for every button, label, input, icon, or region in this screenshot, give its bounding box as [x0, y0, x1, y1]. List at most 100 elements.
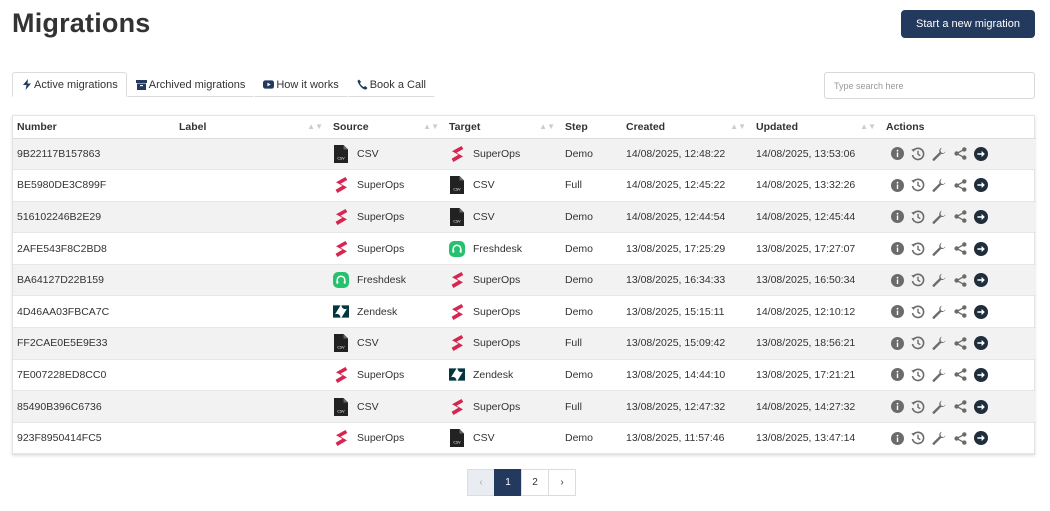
created-cell: 14/08/2025, 12:48:22 [622, 138, 752, 171]
table-row[interactable]: 2AFE543F8C2BD8 SuperOps Freshdesk Demo 13/08… [13, 232, 1036, 265]
info-icon[interactable] [890, 368, 904, 382]
column-header-updated[interactable]: Updated ▲▼ [752, 116, 882, 139]
history-icon[interactable] [911, 242, 925, 256]
table-row[interactable]: BA64127D22B159 Freshdesk SuperOps Demo 13/08… [13, 264, 1036, 297]
csv-logo-icon: CSV [333, 397, 349, 416]
arrow-right-circle-icon[interactable] [974, 367, 988, 382]
youtube-icon [263, 79, 275, 90]
wrench-icon[interactable] [932, 400, 946, 414]
step-cell: Demo [561, 138, 622, 171]
page-2-button[interactable]: 2 [521, 469, 549, 496]
tab-how-it-works[interactable]: How it works [254, 72, 348, 97]
history-icon[interactable] [911, 147, 925, 161]
wrench-icon[interactable] [932, 305, 946, 319]
table-row[interactable]: 7E007228ED8CC0 SuperOps Zendesk Demo 13/08/2… [13, 359, 1036, 392]
table-row[interactable]: 4D46AA03FBCA7C Zendesk SuperOps Demo 13/08/2… [13, 295, 1036, 329]
wrench-icon[interactable] [932, 242, 946, 256]
arrow-right-circle-icon[interactable] [974, 399, 988, 414]
actions-cell [882, 422, 1036, 455]
column-header-number[interactable]: Number [13, 116, 175, 139]
target-name: SuperOps [473, 337, 521, 350]
info-icon[interactable] [890, 336, 904, 350]
actions-cell [882, 264, 1036, 297]
previous-page-button[interactable]: ‹ [467, 469, 495, 496]
tab-active-migrations[interactable]: Active migrations [12, 72, 127, 97]
share-icon[interactable] [953, 431, 967, 445]
target-name: SuperOps [473, 305, 521, 318]
csv-logo-icon: CSV [333, 144, 349, 163]
info-icon[interactable] [890, 273, 904, 287]
target-name: SuperOps [473, 274, 521, 287]
history-icon[interactable] [911, 431, 925, 445]
step-cell: Demo [561, 295, 622, 329]
share-icon[interactable] [953, 273, 967, 287]
info-icon[interactable] [890, 210, 904, 224]
info-icon[interactable] [890, 400, 904, 414]
pagination: ‹ 1 2 › [467, 469, 576, 496]
wrench-icon[interactable] [932, 368, 946, 382]
start-new-migration-button[interactable]: Start a new migration [901, 10, 1035, 38]
label-cell [175, 359, 329, 392]
info-icon[interactable] [890, 431, 904, 445]
actions-cell [882, 390, 1036, 423]
share-icon[interactable] [953, 305, 967, 319]
share-icon[interactable] [953, 368, 967, 382]
info-icon[interactable] [890, 242, 904, 256]
target-name: CSV [473, 210, 495, 223]
page-1-button[interactable]: 1 [494, 469, 522, 496]
arrow-right-circle-icon[interactable] [974, 336, 988, 351]
wrench-icon[interactable] [932, 431, 946, 445]
wrench-icon[interactable] [932, 178, 946, 193]
table-row[interactable]: 923F8950414FC5 SuperOps CSV CSV Demo 13/08/20… [13, 422, 1036, 455]
step-cell: Demo [561, 359, 622, 392]
column-header-label[interactable]: Label ▲▼ [175, 116, 329, 139]
share-icon[interactable] [953, 242, 967, 256]
tab-archived-migrations[interactable]: Archived migrations [126, 72, 255, 97]
svg-text:CSV: CSV [337, 156, 345, 160]
table-row[interactable]: 9B22117B157863 CSV CSV SuperOps Demo 14/08/20… [13, 138, 1036, 171]
tab-book-a-call[interactable]: Book a Call [347, 72, 435, 97]
wrench-icon[interactable] [932, 147, 946, 161]
arrow-right-circle-icon[interactable] [974, 241, 988, 256]
table-row[interactable]: 516102246B2E29 SuperOps CSV CSV Demo 14/08/20… [13, 201, 1036, 234]
column-header-step[interactable]: Step [561, 116, 622, 139]
column-header-created[interactable]: Created ▲▼ [622, 116, 752, 139]
history-icon[interactable] [911, 273, 925, 287]
arrow-right-circle-icon[interactable] [974, 146, 988, 161]
arrow-right-circle-icon[interactable] [974, 209, 988, 224]
table-row[interactable]: 85490B396C6736 CSV CSV SuperOps Full 13/08/20… [13, 390, 1036, 423]
wrench-icon[interactable] [932, 210, 946, 224]
history-icon[interactable] [911, 400, 925, 414]
source-cell: CSV CSV [329, 390, 445, 423]
arrow-right-circle-icon[interactable] [974, 273, 988, 288]
search-input[interactable] [824, 72, 1035, 99]
sort-icon: ▲▼ [539, 122, 555, 131]
next-page-button[interactable]: › [548, 469, 576, 496]
table-row[interactable]: BE5980DE3C899F SuperOps CSV CSV Full 14/08/20… [13, 169, 1036, 202]
arrow-right-circle-icon[interactable] [974, 431, 988, 446]
share-icon[interactable] [953, 336, 967, 350]
history-icon[interactable] [911, 210, 925, 224]
info-icon[interactable] [890, 147, 904, 161]
column-header-source[interactable]: Source ▲▼ [329, 116, 445, 139]
share-icon[interactable] [953, 210, 967, 224]
share-icon[interactable] [953, 400, 967, 414]
wrench-icon[interactable] [932, 336, 946, 351]
arrow-right-circle-icon[interactable] [974, 178, 988, 193]
column-header-target[interactable]: Target ▲▼ [445, 116, 561, 139]
share-icon[interactable] [953, 178, 967, 192]
source-cell: SuperOps [329, 359, 445, 392]
share-icon[interactable] [953, 147, 967, 161]
history-icon[interactable] [911, 368, 925, 382]
history-icon[interactable] [911, 305, 925, 319]
sort-icon: ▲▼ [730, 122, 746, 131]
history-icon[interactable] [911, 178, 925, 192]
history-icon[interactable] [911, 336, 925, 350]
wrench-icon[interactable] [932, 273, 946, 288]
arrow-right-circle-icon[interactable] [974, 304, 988, 319]
actions-cell [882, 327, 1036, 360]
info-icon[interactable] [890, 305, 904, 319]
info-icon[interactable] [890, 178, 904, 192]
table-row[interactable]: FF2CAE0E5E9E33 CSV CSV SuperOps Full 13/08/20… [13, 327, 1036, 360]
source-cell: SuperOps [329, 169, 445, 202]
